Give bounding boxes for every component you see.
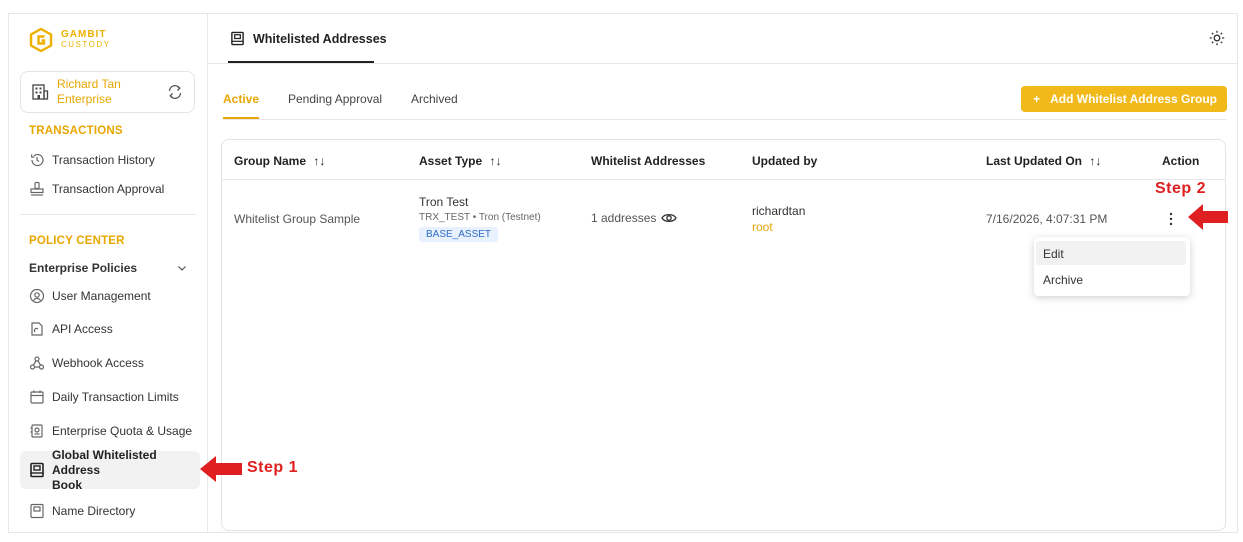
section-policy-center: POLICY CENTER <box>29 235 125 247</box>
section-transactions: TRANSACTIONS <box>29 125 123 137</box>
active-tab-underline <box>223 117 259 119</box>
quota-icon <box>30 424 43 438</box>
col-last-updated-on[interactable]: Last Updated On ↑↓ <box>986 154 1101 168</box>
sidebar-item-label: Global Whitelisted Address <box>52 447 157 477</box>
enterprise-name: Richard Tan <box>57 77 121 91</box>
plus-icon: + <box>1033 92 1041 106</box>
sidebar-item-transaction-approval[interactable]: Transaction Approval <box>20 180 200 198</box>
cell-group-name: Whitelist Group Sample <box>234 212 361 226</box>
step2-arrow-icon <box>1188 204 1228 230</box>
enterprise-policies-label: Enterprise Policies <box>29 261 138 275</box>
step1-label: Step 1 <box>247 459 299 476</box>
sidebar-item-user-management[interactable]: User Management <box>20 287 200 305</box>
updated-by-role: root <box>752 220 773 234</box>
brand-logo[interactable]: GAMBIT CUSTODY <box>29 28 110 52</box>
webhook-icon <box>29 356 45 370</box>
col-group-name[interactable]: Group Name ↑↓ <box>234 154 325 168</box>
sidebar-item-api-access[interactable]: API Access <box>20 320 200 338</box>
whitelist-groups-table: Group Name ↑↓ Asset Type ↑↓ Whitelist Ad… <box>221 139 1226 531</box>
menu-item-edit[interactable]: Edit <box>1036 241 1186 265</box>
enterprise-switcher[interactable]: Richard Tan Enterprise <box>20 71 195 113</box>
sort-icon[interactable]: ↑↓ <box>489 154 501 168</box>
tab-archived[interactable]: Archived <box>411 92 458 106</box>
building-icon <box>32 84 49 100</box>
switch-icon[interactable] <box>166 83 184 101</box>
sidebar-item-label: User Management <box>52 289 151 303</box>
address-book-icon <box>30 462 44 478</box>
page-tab-whitelisted-addresses[interactable]: Whitelisted Addresses <box>230 31 387 46</box>
sidebar-item-transaction-history[interactable]: Transaction History <box>20 151 200 169</box>
cell-asset-type: Tron Test TRX_TEST • Tron (Testnet) BASE… <box>419 195 541 242</box>
addresses-count: 1 addresses <box>591 211 657 225</box>
asset-badge: BASE_ASSET <box>419 227 499 242</box>
api-icon <box>31 322 43 336</box>
tab-active[interactable]: Active <box>223 92 259 106</box>
sidebar-item-quota-usage[interactable]: Enterprise Quota & Usage <box>20 422 200 440</box>
brand-line1: GAMBIT <box>61 29 107 40</box>
asset-name: Tron Test <box>419 195 469 209</box>
brand-line2: CUSTODY <box>61 40 111 49</box>
sort-icon[interactable]: ↑↓ <box>1089 154 1101 168</box>
col-label: Last Updated On <box>986 154 1083 168</box>
sidebar-item-label: Name Directory <box>52 504 136 518</box>
more-vertical-icon[interactable] <box>1166 212 1176 226</box>
sidebar: GAMBIT CUSTODY Richard Tan Enterprise TR… <box>9 14 208 532</box>
sidebar-item-global-whitelist[interactable]: Global Whitelisted Address Book <box>20 447 200 492</box>
enterprise-type: Enterprise <box>57 92 112 106</box>
app-window: GAMBIT CUSTODY Richard Tan Enterprise TR… <box>8 13 1238 533</box>
page-title: Whitelisted Addresses <box>253 31 387 46</box>
sidebar-item-label: Transaction Approval <box>52 182 165 196</box>
stamp-icon <box>30 181 44 196</box>
sidebar-item-webhook-access[interactable]: Webhook Access <box>20 354 200 372</box>
page-tab-underline <box>228 61 374 63</box>
col-action: Action <box>1162 154 1200 168</box>
col-label: Asset Type <box>419 154 483 168</box>
add-button-label: Add Whitelist Address Group <box>1050 92 1217 106</box>
updated-by-name: richardtan <box>752 204 806 218</box>
chevron-down-icon <box>178 266 186 271</box>
user-gear-icon <box>29 288 45 304</box>
sidebar-item-label: Daily Transaction Limits <box>52 390 179 404</box>
tab-pending-approval[interactable]: Pending Approval <box>288 92 382 106</box>
address-book-icon <box>231 31 244 46</box>
table-header-divider <box>222 179 1225 180</box>
sidebar-item-label: Transaction History <box>52 153 155 167</box>
sidebar-item-label-line2: Book <box>52 477 82 492</box>
gambit-logo-icon <box>29 28 53 52</box>
step2-label: Step 2 <box>1155 180 1207 197</box>
sidebar-divider <box>20 214 196 215</box>
sidebar-item-label: Enterprise Quota & Usage <box>52 424 193 438</box>
directory-icon <box>30 503 44 519</box>
theme-toggle-icon[interactable] <box>1209 30 1225 46</box>
add-whitelist-group-button[interactable]: + Add Whitelist Address Group <box>1021 86 1227 112</box>
top-bar: Whitelisted Addresses <box>208 14 1237 64</box>
cell-updated-by: richardtan root <box>752 204 805 234</box>
cell-last-updated: 7/16/2026, 4:07:31 PM <box>986 212 1108 226</box>
step1-arrow-icon <box>200 456 242 482</box>
sidebar-item-label: API Access <box>52 322 113 336</box>
history-icon <box>30 153 44 167</box>
sidebar-item-daily-limits[interactable]: Daily Transaction Limits <box>20 388 200 406</box>
calendar-icon <box>30 390 44 404</box>
sidebar-item-label: Webhook Access <box>52 356 144 370</box>
menu-item-archive[interactable]: Archive <box>1036 267 1186 291</box>
col-label: Group Name <box>234 154 307 168</box>
col-asset-type[interactable]: Asset Type ↑↓ <box>419 154 501 168</box>
cell-addresses: 1 addresses <box>591 211 678 225</box>
enterprise-policies-toggle[interactable]: Enterprise Policies <box>29 261 187 275</box>
asset-sub: TRX_TEST • Tron (Testnet) <box>419 212 541 223</box>
sidebar-item-name-directory[interactable]: Name Directory <box>20 502 200 520</box>
col-whitelist-addresses: Whitelist Addresses <box>591 154 706 168</box>
row-action-menu: Edit Archive <box>1034 237 1190 296</box>
col-updated-by: Updated by <box>752 154 818 168</box>
status-tabs: Active Pending Approval Archived + Add W… <box>223 86 1227 120</box>
eye-icon[interactable] <box>661 212 678 224</box>
sort-icon[interactable]: ↑↓ <box>313 154 325 168</box>
